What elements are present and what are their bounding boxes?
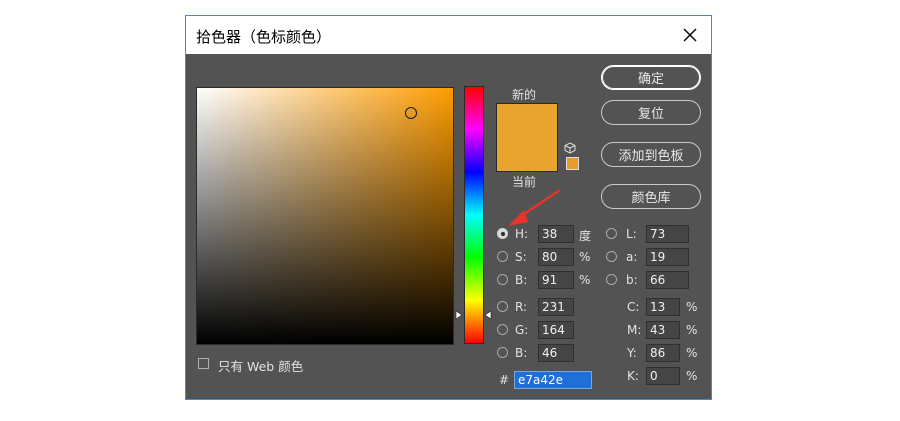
current-color-swatch[interactable] bbox=[496, 137, 558, 172]
h-radio[interactable] bbox=[497, 228, 508, 239]
g-input[interactable] bbox=[538, 321, 574, 339]
y-unit: % bbox=[686, 346, 698, 360]
a-radio[interactable] bbox=[606, 251, 617, 262]
websafe-color-swatch[interactable] bbox=[566, 157, 579, 170]
r-input[interactable] bbox=[538, 298, 574, 316]
add-to-swatches-button[interactable]: 添加到色板 bbox=[601, 142, 701, 167]
color-field-cursor[interactable] bbox=[405, 107, 417, 119]
k-unit: % bbox=[686, 369, 698, 383]
ok-button[interactable]: 确定 bbox=[601, 65, 701, 90]
m-label: M: bbox=[627, 323, 642, 337]
window-title: 拾色器（色标颜色） bbox=[196, 28, 332, 46]
new-color-label: 新的 bbox=[512, 88, 537, 102]
r-label: R: bbox=[515, 300, 528, 314]
hex-input[interactable] bbox=[514, 371, 592, 389]
hue-slider-right-arrow-icon[interactable] bbox=[484, 310, 492, 320]
blue-input[interactable] bbox=[538, 344, 574, 362]
k-input[interactable] bbox=[646, 367, 680, 385]
b-input[interactable] bbox=[538, 271, 574, 289]
b-radio[interactable] bbox=[497, 274, 508, 285]
g-label: G: bbox=[515, 323, 529, 337]
web-colors-only-label: 只有 Web 颜色 bbox=[218, 359, 304, 374]
r-radio[interactable] bbox=[497, 301, 508, 312]
b-label: B: bbox=[515, 273, 528, 287]
blue-radio[interactable] bbox=[497, 347, 508, 358]
close-button[interactable] bbox=[675, 20, 705, 50]
lab-b-input[interactable] bbox=[646, 271, 689, 289]
y-input[interactable] bbox=[646, 344, 680, 362]
s-input[interactable] bbox=[538, 248, 574, 266]
out-of-gamut-cube-icon[interactable] bbox=[564, 142, 576, 154]
a-label: a: bbox=[626, 250, 638, 264]
color-field[interactable] bbox=[196, 87, 454, 345]
l-label: L: bbox=[626, 227, 637, 241]
hex-label: # bbox=[499, 373, 510, 387]
hue-slider[interactable] bbox=[464, 86, 484, 344]
c-label: C: bbox=[627, 300, 640, 314]
m-input[interactable] bbox=[646, 321, 680, 339]
l-radio[interactable] bbox=[606, 228, 617, 239]
l-input[interactable] bbox=[646, 225, 689, 243]
new-color-swatch bbox=[496, 103, 558, 138]
s-unit: % bbox=[579, 250, 591, 264]
h-input[interactable] bbox=[538, 225, 574, 243]
h-label: H: bbox=[515, 227, 529, 241]
h-unit: 度 bbox=[579, 229, 592, 243]
close-icon bbox=[683, 28, 697, 42]
s-radio[interactable] bbox=[497, 251, 508, 262]
g-radio[interactable] bbox=[497, 324, 508, 335]
k-label: K: bbox=[627, 369, 639, 383]
c-input[interactable] bbox=[646, 298, 680, 316]
reset-button[interactable]: 复位 bbox=[601, 100, 701, 125]
m-unit: % bbox=[686, 323, 698, 337]
c-unit: % bbox=[686, 300, 698, 314]
web-colors-only-checkbox[interactable] bbox=[198, 358, 209, 369]
color-libraries-button[interactable]: 颜色库 bbox=[601, 184, 701, 209]
title-bar: 拾色器（色标颜色） bbox=[186, 16, 711, 54]
color-picker-dialog: 拾色器（色标颜色） 新的 当前 确定 复位 添加到色板 颜色库 H: 度 S: … bbox=[185, 15, 712, 400]
hue-slider-left-arrow-icon[interactable] bbox=[455, 310, 463, 320]
lab-b-label: b: bbox=[626, 273, 638, 287]
blue-label: B: bbox=[515, 346, 528, 360]
y-label: Y: bbox=[627, 346, 637, 360]
b-unit: % bbox=[579, 273, 591, 287]
lab-b-radio[interactable] bbox=[606, 274, 617, 285]
a-input[interactable] bbox=[646, 248, 689, 266]
s-label: S: bbox=[515, 250, 527, 264]
